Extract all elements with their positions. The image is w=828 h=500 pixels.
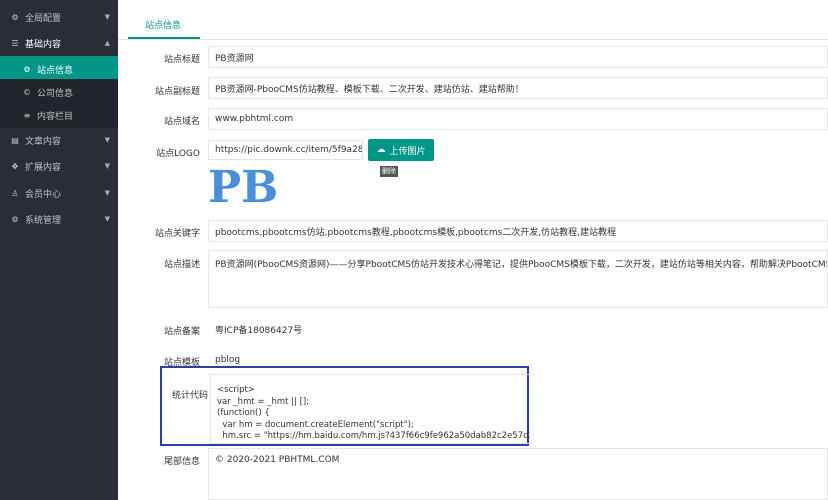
sidebar-item-label: 内容栏目 <box>37 111 74 122</box>
cloud-upload-icon: ☁ <box>376 145 386 155</box>
chevron-down-icon: ▼ <box>104 215 110 223</box>
gear-icon: ⚙ <box>11 214 19 224</box>
site-logo-input[interactable]: https://pic.downk.cc/item/5f9a287f1cd1b <box>208 140 363 160</box>
sidebar-item-label: 基础内容 <box>25 39 62 50</box>
chevron-down-icon: ▼ <box>104 189 110 197</box>
site-domain-label: 站点域名 <box>163 117 200 127</box>
site-keywords-label: 站点关键字 <box>154 229 200 239</box>
code-line: hm.src = "https://hm.baidu.com/hm.js?437… <box>217 431 530 441</box>
chevron-down-icon: ▼ <box>104 162 110 170</box>
sidebar-item-label: 站点信息 <box>37 65 74 76</box>
tab-site-info[interactable]: 站点信息 <box>128 14 198 38</box>
sidebar-item-label: 会员中心 <box>25 189 62 200</box>
file-icon: ▤ <box>11 135 19 145</box>
copyright-icon: © <box>23 87 31 97</box>
expand-icon: ✥ <box>11 161 19 171</box>
sidebar-item-extended-content[interactable]: ✥ 扩展内容 ▼ <box>0 153 118 179</box>
upload-image-button[interactable]: ☁ 上传图片 <box>368 139 434 161</box>
site-keywords-input[interactable]: pbootcms,pbootcms仿站,pbootcms教程,pbootcms模… <box>208 220 828 242</box>
sidebar-item-label: 扩展内容 <box>25 162 62 173</box>
sidebar-item-label: 全局配置 <box>25 13 62 24</box>
site-icp-input[interactable]: 粤ICP备18086427号 <box>208 318 828 340</box>
code-line: (function() { <box>217 408 270 418</box>
delete-logo-button[interactable]: 删除 <box>380 166 398 177</box>
sidebar-item-member-center[interactable]: ♙ 会员中心 ▼ <box>0 180 118 206</box>
user-icon: ♙ <box>11 188 19 198</box>
code-line: var _hmt = _hmt || []; <box>217 396 310 407</box>
site-subtitle-label: 站点副标题 <box>154 87 200 97</box>
site-footer-label: 尾部信息 <box>163 457 200 467</box>
chevron-down-icon: ▼ <box>104 13 110 21</box>
logo-preview-image: PB <box>208 162 279 213</box>
site-domain-input[interactable]: www.pbhtml.com <box>208 108 828 130</box>
list-icon: ≡ <box>23 110 31 120</box>
tab-divider <box>118 39 828 40</box>
site-icp-label: 站点备案 <box>163 327 200 337</box>
chevron-down-icon: ▼ <box>104 136 110 144</box>
site-title-input[interactable]: PB资源网 <box>208 46 828 68</box>
tab-bar: 站点信息 <box>118 0 828 40</box>
site-subtitle-input[interactable]: PB资源网-PbooCMS仿站教程、模板下载、二次开发、建站仿站、建站帮助！ <box>208 77 828 99</box>
sidebar-item-system-management[interactable]: ⚙ 系统管理 ▼ <box>0 206 118 232</box>
upload-image-label: 上传图片 <box>389 146 426 157</box>
sidebar-item-basic-content[interactable]: ☰ 基础内容 ▲ <box>0 30 118 56</box>
stats-code-textarea[interactable]: <script> var _hmt = _hmt || []; (function(… <box>210 374 530 444</box>
sliders-icon: ☰ <box>11 38 19 48</box>
sidebar-item-article-content[interactable]: ▤ 文章内容 ▼ <box>0 127 118 153</box>
sidebar-item-content-columns[interactable]: ≡ 内容栏目 <box>0 102 118 128</box>
sidebar-item-label: 文章内容 <box>25 136 62 147</box>
stats-code-label: 统计代码 <box>171 391 208 401</box>
code-line: <script> <box>217 385 255 395</box>
gear-icon: ⚙ <box>11 12 19 22</box>
stats-code-highlight: 统计代码 <script> var _hmt = _hmt || []; (func… <box>160 366 530 446</box>
site-description-textarea[interactable]: PB资源网(PbooCMS资源网)——分享PbootCMS仿站开发技术心得笔记，… <box>208 250 828 308</box>
sidebar-item-label: 系统管理 <box>25 215 62 226</box>
site-description-label: 站点描述 <box>163 260 200 270</box>
chevron-up-icon: ▲ <box>104 39 110 47</box>
gear-icon: ⚙ <box>23 64 31 74</box>
sidebar-item-global-config[interactable]: ⚙ 全局配置 ▼ <box>0 4 118 30</box>
site-footer-textarea[interactable]: © 2020-2021 PBHTML.COM <box>208 448 828 500</box>
site-title-label: 站点标题 <box>163 55 200 65</box>
sidebar-item-label: 公司信息 <box>37 88 74 99</box>
sidebar: ⚙ 全局配置 ▼ ☰ 基础内容 ▲ ⚙ 站点信息 © 公司信息 ≡ 内容栏目 ▤… <box>0 0 118 500</box>
site-logo-label: 站点LOGO <box>156 149 200 159</box>
code-line: var hm = document.createElement("script"… <box>217 419 414 430</box>
